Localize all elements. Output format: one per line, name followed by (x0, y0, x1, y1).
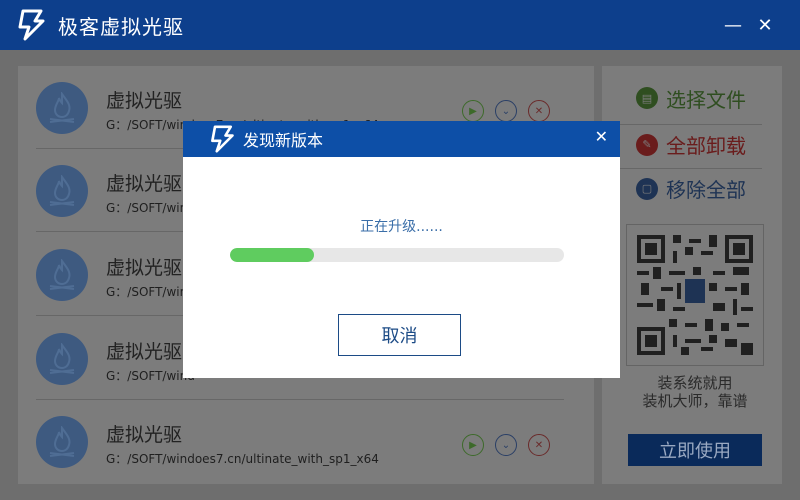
promo-line-1: 装系统就用 (657, 374, 733, 392)
promo-line-2: 装机大师，靠谱 (642, 392, 748, 410)
update-dialog: 发现新版本 ✕ 正在升级...... 取消 (183, 121, 620, 378)
side-panel: ▤ 选择文件 ✎ 全部卸载 ▢ 移除全部 装系统就用 装机大师，靠谱 立即使用 (602, 66, 782, 484)
disc-icon (36, 249, 88, 301)
delete-icon[interactable]: ✕ (528, 434, 550, 456)
play-icon[interactable]: ▶ (462, 100, 484, 122)
delete-icon[interactable]: ✕ (528, 100, 550, 122)
item-path: G：/SOFT/windoes7.cn/ultinate_with_sp1_x6… (106, 452, 379, 466)
item-path: G：/SOFT/wind (106, 285, 195, 299)
close-icon[interactable]: ✕ (750, 10, 780, 40)
qr-code-icon (637, 235, 753, 355)
uninstall-all-label: 全部卸载 (666, 134, 746, 158)
uninstall-all-button[interactable]: ✎ 全部卸载 (620, 124, 762, 164)
item-actions: ▶ ⌄ ✕ (462, 100, 550, 122)
file-icon: ▤ (636, 87, 658, 109)
title-bar: 极客虚拟光驱 — ✕ (0, 0, 800, 50)
chevron-down-icon[interactable]: ⌄ (495, 434, 517, 456)
item-path: G：/SOFT/wind (106, 369, 195, 383)
item-name: 虚拟光驱 (106, 424, 183, 446)
minimize-icon[interactable]: — (718, 10, 748, 40)
item-name: 虚拟光驱 (106, 173, 183, 195)
select-file-button[interactable]: ▤ 选择文件 (620, 78, 762, 118)
progress-fill (230, 248, 314, 262)
promo-text: 装系统就用 装机大师，靠谱 (620, 374, 770, 410)
remove-all-button[interactable]: ▢ 移除全部 (620, 168, 762, 208)
dialog-title: 发现新版本 (243, 131, 324, 150)
item-name: 虚拟光驱 (106, 257, 183, 279)
upgrade-progress-bar (230, 248, 564, 262)
disc-icon (36, 82, 88, 134)
dialog-close-icon[interactable]: ✕ (595, 127, 608, 146)
item-path: G：/SOFT/wind (106, 201, 195, 215)
remove-all-label: 移除全部 (666, 178, 746, 202)
qr-code (626, 224, 764, 366)
document-icon: ▢ (636, 177, 658, 200)
play-icon[interactable]: ▶ (462, 434, 484, 456)
item-name: 虚拟光驱 (106, 90, 183, 112)
eraser-icon: ✎ (636, 133, 658, 156)
chevron-down-icon[interactable]: ⌄ (495, 100, 517, 122)
cancel-button[interactable]: 取消 (338, 314, 461, 356)
select-file-label: 选择文件 (666, 87, 746, 112)
item-actions: ▶ ⌄ ✕ (462, 434, 550, 456)
list-item[interactable]: 虚拟光驱 G：/SOFT/windoes7.cn/ultinate_with_sp… (18, 400, 594, 483)
app-title: 极客虚拟光驱 (58, 14, 184, 39)
disc-icon (36, 333, 88, 385)
dialog-header: 发现新版本 ✕ (183, 121, 620, 157)
use-now-button[interactable]: 立即使用 (628, 434, 762, 466)
item-name: 虚拟光驱 (106, 341, 183, 363)
app-logo-icon (14, 8, 48, 42)
upgrade-status: 正在升级...... (360, 219, 443, 235)
app-logo-icon (207, 124, 237, 154)
disc-icon (36, 165, 88, 217)
disc-icon (36, 416, 88, 468)
